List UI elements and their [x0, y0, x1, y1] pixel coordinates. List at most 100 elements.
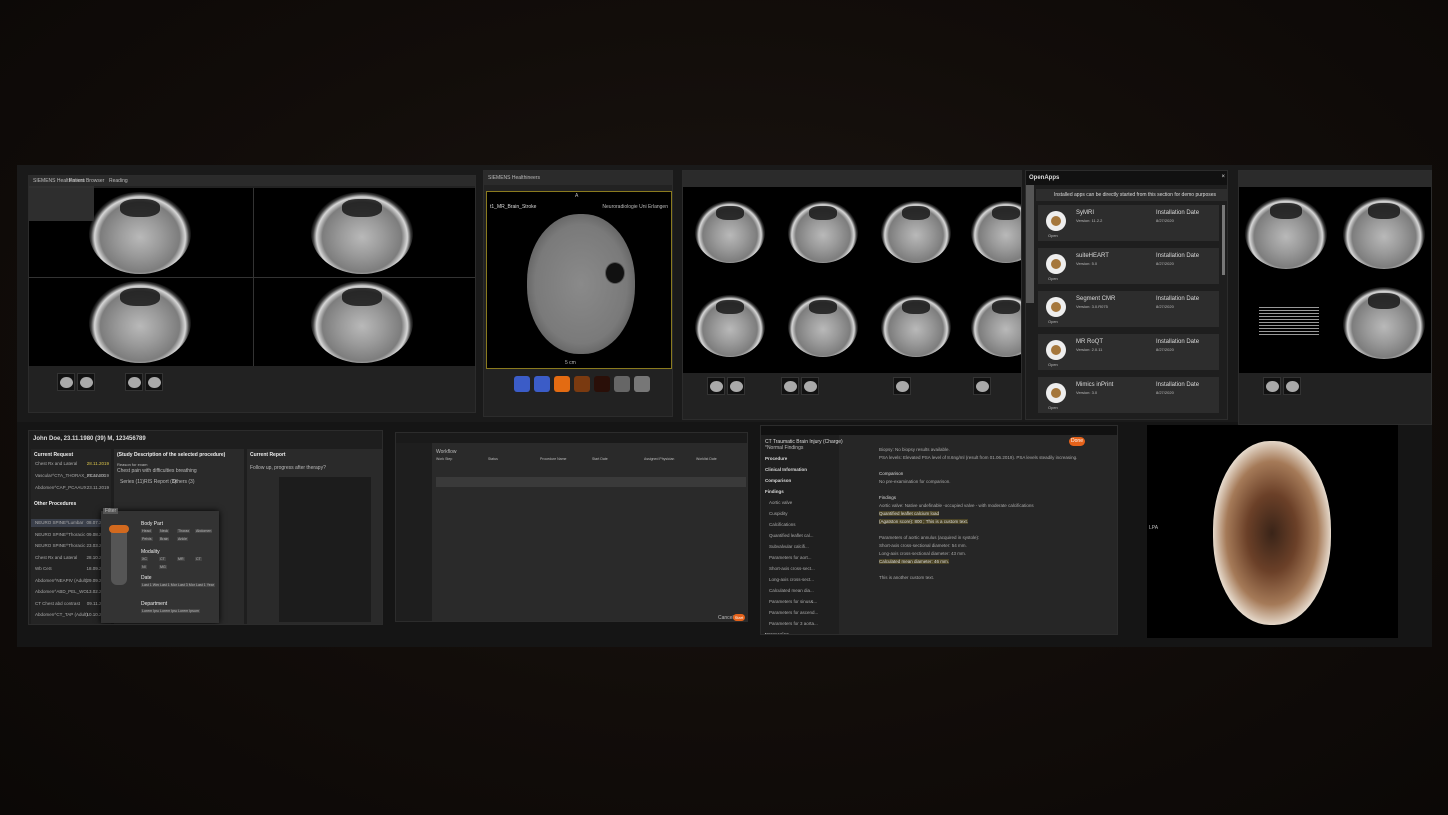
- procedure-item[interactable]: Abdomen^CT_TAP (Adult)10.10.2019: [31, 611, 111, 619]
- report-section-6[interactable]: Calcifications: [761, 521, 839, 529]
- procedure-item[interactable]: Chest Rx and Lateral28.10.2019: [31, 554, 111, 562]
- dropdown-menu[interactable]: [29, 186, 94, 221]
- open-button[interactable]: Open: [1048, 276, 1058, 281]
- report-section-4[interactable]: Aortic valve: [761, 499, 839, 507]
- open-button[interactable]: Open: [1048, 362, 1058, 367]
- app-card[interactable]: OpenMR RoQTVersion: 2.0.11Installation D…: [1038, 334, 1219, 370]
- procedure-item[interactable]: NEURO SPINE^Thoracic09.08.2019: [31, 531, 111, 539]
- series-thumbnail[interactable]: [534, 376, 550, 392]
- procedure-item[interactable]: NEURO SPINE^Lumbar08.07.2019: [31, 519, 111, 527]
- series-thumbnail[interactable]: [57, 373, 75, 391]
- app-icon[interactable]: [1046, 254, 1066, 274]
- ct-image[interactable]: [311, 281, 413, 363]
- open-button[interactable]: Open: [1048, 319, 1058, 324]
- series-thumbnail[interactable]: [893, 377, 911, 395]
- series-thumbnail[interactable]: [1283, 377, 1301, 395]
- report-section-1[interactable]: Clinical Information: [761, 466, 839, 474]
- image-grid[interactable]: [683, 187, 1022, 373]
- app-card[interactable]: OpensuiteHEARTVersion: 5.0Installation D…: [1038, 248, 1219, 284]
- app-card[interactable]: OpenSegment CMRVersion: 3.0.R075Installa…: [1038, 291, 1219, 327]
- column-header[interactable]: Work Step: [436, 457, 452, 461]
- series-thumbnail[interactable]: [125, 373, 143, 391]
- report-section-2[interactable]: Comparison: [761, 477, 839, 485]
- filter-chip[interactable]: Neck: [159, 529, 169, 533]
- report-section-14[interactable]: Parameters for ascend...: [761, 609, 839, 617]
- report-section-9[interactable]: Parameters for aort...: [761, 554, 839, 562]
- ct-image[interactable]: [695, 295, 765, 357]
- ct-image[interactable]: [695, 201, 765, 263]
- request-item[interactable]: Chest Rx and Lateral28.11.2019: [31, 460, 111, 468]
- ct-image[interactable]: [89, 192, 191, 274]
- filter-chip[interactable]: XC: [141, 557, 148, 561]
- request-item[interactable]: Abdomen^CAP_PCAAUX23.11.2019: [31, 484, 111, 492]
- ct-image[interactable]: [881, 201, 951, 263]
- skull-3d-render[interactable]: [1213, 441, 1331, 625]
- app-icon[interactable]: [1046, 297, 1066, 317]
- brain-image[interactable]: [527, 214, 635, 354]
- filter-chip[interactable]: NI: [141, 565, 147, 569]
- filter-chip[interactable]: Pelvis: [141, 537, 153, 541]
- filter-chip[interactable]: CT: [159, 557, 166, 561]
- filter-chip[interactable]: Lorem Ipsum: [177, 609, 200, 613]
- procedure-item[interactable]: Abdomen^ABD_PEL_WO13.02.2019: [31, 588, 111, 596]
- image-grid[interactable]: [1239, 187, 1432, 373]
- app-icon[interactable]: [1046, 383, 1066, 403]
- series-thumbnail[interactable]: [727, 377, 745, 395]
- series-thumbnail[interactable]: [145, 373, 163, 391]
- radial-tool-menu[interactable]: [605, 262, 625, 284]
- filter-chip[interactable]: Abdomen: [195, 529, 212, 533]
- app-card[interactable]: OpenSyMRIVersion: 11.2.2Installation Dat…: [1038, 205, 1219, 241]
- tab-reading[interactable]: Reading: [109, 178, 128, 184]
- series-thumbnail[interactable]: [801, 377, 819, 395]
- template-select[interactable]: *Normal Findings: [765, 445, 803, 451]
- report-preview[interactable]: [279, 477, 371, 622]
- report-section-13[interactable]: Parameters for sinus&...: [761, 598, 839, 606]
- column-header[interactable]: Worklist Date: [696, 457, 717, 461]
- side-tab[interactable]: [1026, 185, 1034, 303]
- procedure-item[interactable]: NEURO SPINE^Thoracic23.03.2019: [31, 542, 111, 550]
- filter-chip[interactable]: MR: [177, 557, 185, 561]
- scrollbar[interactable]: [1222, 205, 1225, 275]
- ct-image[interactable]: [881, 295, 951, 357]
- ct-image[interactable]: [1343, 287, 1425, 359]
- report-section-3[interactable]: Findings: [761, 488, 839, 496]
- report-section-5[interactable]: Cuspidity: [761, 510, 839, 518]
- start-button[interactable]: Start: [733, 614, 745, 621]
- series-thumbnail[interactable]: [514, 376, 530, 392]
- volume-render-viewer[interactable]: LPA: [1147, 425, 1398, 638]
- series-thumbnail[interactable]: [594, 376, 610, 392]
- image-grid[interactable]: [29, 188, 476, 366]
- tab-patient-browser[interactable]: Patient Browser: [69, 178, 104, 184]
- tab-others[interactable]: Others (3): [172, 479, 195, 485]
- body-region-thorax[interactable]: [109, 525, 129, 533]
- ct-image[interactable]: [788, 201, 858, 263]
- filter-chip[interactable]: Last 1 Year: [195, 583, 215, 587]
- series-thumbnail[interactable]: [707, 377, 725, 395]
- series-thumbnail[interactable]: [554, 376, 570, 392]
- report-section-8[interactable]: Subvalvular calcifi...: [761, 543, 839, 551]
- column-header[interactable]: Assigned Physician: [644, 457, 674, 461]
- app-icon[interactable]: [1046, 340, 1066, 360]
- filter-chip[interactable]: Brain: [159, 537, 169, 541]
- filter-tab[interactable]: Filter: [103, 508, 118, 514]
- ct-image[interactable]: [971, 201, 1022, 263]
- procedure-item[interactable]: Wb CeS18.09.2019: [31, 565, 111, 573]
- filter-chip[interactable]: Thorax: [177, 529, 190, 533]
- ct-image[interactable]: [311, 192, 413, 274]
- ct-image[interactable]: [971, 295, 1022, 357]
- open-button[interactable]: Open: [1048, 233, 1058, 238]
- report-section-10[interactable]: Short-axis cross-sect...: [761, 565, 839, 573]
- selected-row[interactable]: [436, 477, 746, 487]
- series-thumbnail[interactable]: [77, 373, 95, 391]
- app-card[interactable]: OpenMimics inPrintVersion: 3.0Installati…: [1038, 377, 1219, 413]
- report-section-0[interactable]: Procedure: [761, 455, 839, 463]
- report-section-12[interactable]: Calculated mean dia...: [761, 587, 839, 595]
- series-thumbnail[interactable]: [1263, 377, 1281, 395]
- column-header[interactable]: Start Date: [592, 457, 608, 461]
- request-item[interactable]: Vascular^CTA_THORAX_PCAAUX23.11.2019: [31, 472, 111, 480]
- ct-image[interactable]: [788, 295, 858, 357]
- report-section-7[interactable]: Quantified leaflet cal...: [761, 532, 839, 540]
- tab-series[interactable]: Series (11): [120, 479, 144, 485]
- mr-image-viewport[interactable]: A t1_MR_Brain_Stroke Neuroradiologie Uni…: [486, 191, 672, 369]
- filter-chip[interactable]: Head: [141, 529, 152, 533]
